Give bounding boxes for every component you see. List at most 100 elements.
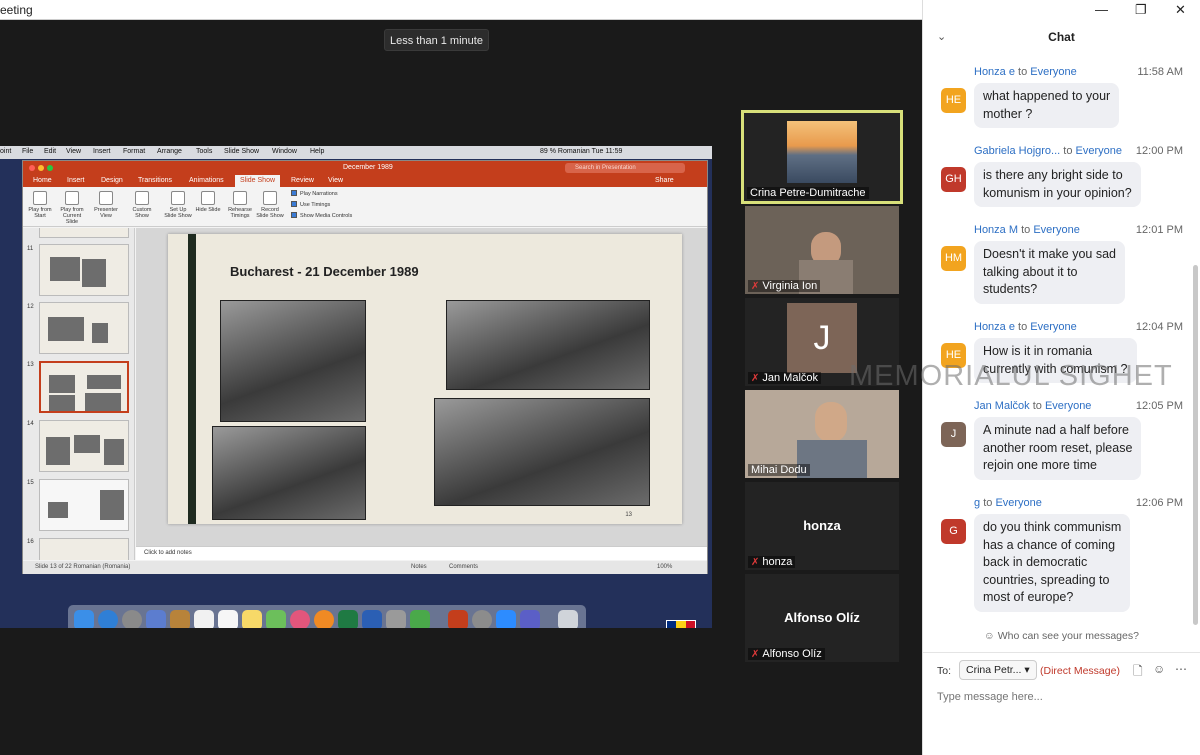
mac-menu-format: Format xyxy=(123,148,146,155)
who-can-see-link[interactable]: ☺ Who can see your messages? xyxy=(923,630,1200,642)
settings-icon xyxy=(472,610,492,628)
current-slide: Bucharest - 21 December 1989 13 xyxy=(168,234,682,524)
person-face xyxy=(815,402,847,442)
message-header: g to Everyone xyxy=(974,497,1042,509)
mac-menu-file: File xyxy=(22,148,34,155)
thumb-13 xyxy=(39,361,129,413)
word-icon xyxy=(362,610,382,628)
message-bubble: what happened to your mother ? xyxy=(974,83,1120,128)
video-feed-sunset xyxy=(787,121,857,183)
ppt-tab-animations: Animations xyxy=(189,177,224,184)
emoji-icon[interactable]: ☺ xyxy=(1153,662,1165,676)
message-header: Honza e to Everyone xyxy=(974,321,1077,333)
to-label: To: xyxy=(937,665,952,677)
mac-status: 89 % Romanian Tue 11:59 xyxy=(540,148,623,155)
mac-menu-edit: Edit xyxy=(44,148,57,155)
message-time: 12:04 PM xyxy=(1135,321,1183,333)
thumb-number: 16 xyxy=(27,539,34,545)
thumb-11 xyxy=(39,244,129,296)
video-tile-jan[interactable]: J ✗ Jan Malčok xyxy=(745,298,899,386)
avatar: G xyxy=(941,519,966,544)
chk-narrations: Play Narrations xyxy=(291,190,338,197)
tile-big-name: Alfonso Olíz xyxy=(784,610,860,625)
file-icon[interactable]: 🗋 xyxy=(1133,662,1143,683)
mac-menubar: oint File Edit View Insert Format Arrang… xyxy=(0,146,712,159)
facetime-icon xyxy=(410,610,430,628)
chat-message-input[interactable] xyxy=(937,688,1187,706)
avatar: HM xyxy=(941,246,966,271)
message-time: 12:01 PM xyxy=(1135,224,1183,236)
ppt-statusbar: Slide 13 of 22 Romanian (Romania) Notes … xyxy=(23,561,707,574)
thumb-number: 15 xyxy=(27,480,34,486)
launchpad-icon xyxy=(122,610,142,628)
mac-menu-slideshow: Slide Show xyxy=(224,148,260,155)
status-zoom: 100% xyxy=(657,564,673,570)
tile-name-label: Crina Petre-Dumitrache xyxy=(747,187,869,199)
ppt-titlebar: December 1989 Search in Presentation xyxy=(23,161,707,175)
thumb-number: 14 xyxy=(27,421,34,427)
mac-menu-arrange: Arrange xyxy=(157,148,182,155)
message-time: 12:06 PM xyxy=(1135,497,1183,509)
ppt-document-title: December 1989 xyxy=(343,164,393,171)
mail-icon xyxy=(146,610,166,628)
maximize-icon[interactable]: ❐ xyxy=(1135,2,1147,18)
video-tile-mihai[interactable]: Mihai Dodu xyxy=(745,390,899,478)
message-header: Honza e to Everyone xyxy=(974,66,1077,78)
ppt-ribbon: Play from Start Play from Current Slide … xyxy=(23,187,707,227)
message-bubble: How is it in romania currently with comun… xyxy=(974,338,1137,383)
rb-rehearse: Rehearse Timings xyxy=(225,191,255,219)
video-tile-honza[interactable]: honza ✗ honza xyxy=(745,482,899,570)
close-icon[interactable]: ✕ xyxy=(1175,2,1186,18)
slide-title: Bucharest - 21 December 1989 xyxy=(230,264,419,279)
reminders-icon xyxy=(218,610,238,628)
message-header: Gabriela Hojgro... to Everyone xyxy=(974,145,1123,157)
recipient-dropdown[interactable]: Crina Petr... ▾ xyxy=(959,660,1037,680)
direct-message-label: (Direct Message) xyxy=(1040,665,1120,677)
chat-scrollbar[interactable] xyxy=(1193,265,1198,625)
thumb-14 xyxy=(39,420,129,472)
thumb-number: 11 xyxy=(27,246,34,252)
muted-mic-icon: ✗ xyxy=(751,649,760,660)
thumb-10 xyxy=(39,228,129,238)
powerpoint-window: December 1989 Search in Presentation Hom… xyxy=(22,160,708,574)
maps-icon xyxy=(266,610,286,628)
more-icon[interactable]: ⋯ xyxy=(1175,662,1187,676)
avatar: J xyxy=(941,422,966,447)
tile-name-label: ✗ Jan Malčok xyxy=(748,372,822,384)
contacts-icon xyxy=(170,610,190,628)
video-tile-virginia[interactable]: ✗ Virginia Ion xyxy=(745,206,899,294)
minimize-icon[interactable]: — xyxy=(1095,2,1108,17)
avatar: HE xyxy=(941,88,966,113)
mac-dock xyxy=(68,605,586,628)
calendar-icon xyxy=(194,610,214,628)
mac-menu-window: Window xyxy=(272,148,297,155)
tile-name-label: ✗ honza xyxy=(748,556,796,568)
tile-name-label: ✗ Alfonso Olíz xyxy=(748,648,825,660)
muted-mic-icon: ✗ xyxy=(751,373,760,384)
tile-name-label: Mihai Dodu xyxy=(748,464,810,476)
firefox-icon xyxy=(314,610,334,628)
message-bubble: is there any bright side to komunism in y… xyxy=(974,162,1141,207)
slide-number: 13 xyxy=(625,512,632,518)
chk-timings: Use Timings xyxy=(291,201,330,208)
chat-composer: To: Crina Petr... ▾ (Direct Message) 🗋 ☺… xyxy=(923,652,1200,755)
meeting-stage: Less than 1 minute oint File Edit View I… xyxy=(0,20,922,755)
rb-presenter: Presenter View xyxy=(91,191,121,219)
preview-icon xyxy=(386,610,406,628)
rb-hide: Hide Slide xyxy=(193,191,223,213)
video-tile-crina[interactable]: Crina Petre-Dumitrache xyxy=(741,110,903,204)
zoom-app-icon xyxy=(496,610,516,628)
video-tile-alfonso[interactable]: Alfonso Olíz ✗ Alfonso Olíz xyxy=(745,574,899,662)
chat-messages[interactable]: HE Honza e to Everyone 11:58 AM what hap… xyxy=(923,60,1193,628)
ppt-tab-design: Design xyxy=(101,177,123,184)
message-bubble: A minute nad a half before another room r… xyxy=(974,417,1142,480)
finder-icon xyxy=(74,610,94,628)
photos-icon xyxy=(290,610,310,628)
message-header: Jan Malčok to Everyone xyxy=(974,400,1092,412)
mac-menu-insert: Insert xyxy=(93,148,111,155)
shared-screen[interactable]: oint File Edit View Insert Format Arrang… xyxy=(0,146,712,628)
romanian-flag-icon xyxy=(666,620,696,628)
tile-name-label: ✗ Virginia Ion xyxy=(748,280,821,292)
slide-thumbnails: 11 12 13 14 15 16 xyxy=(23,228,135,560)
thumb-number: 12 xyxy=(27,304,34,310)
